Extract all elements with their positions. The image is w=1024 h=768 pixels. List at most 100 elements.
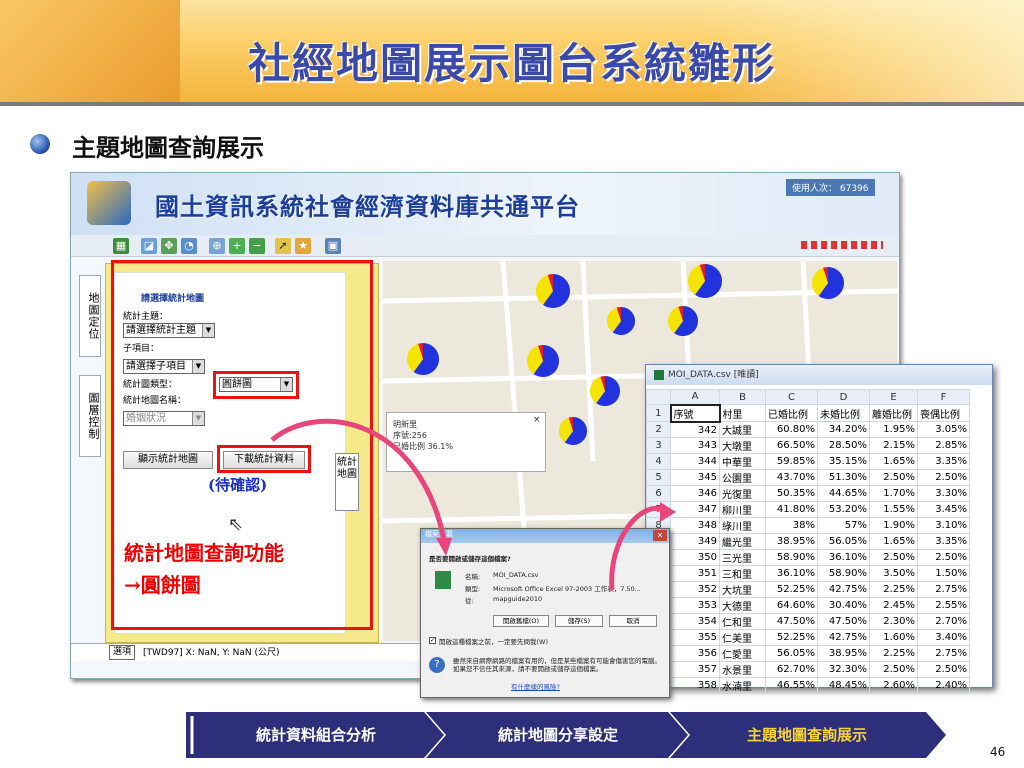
excel-col-letter[interactable]: D — [817, 388, 870, 406]
excel-cell[interactable]: 38.95% — [765, 533, 818, 551]
excel-cell[interactable]: 52.25% — [765, 629, 818, 647]
row-number[interactable]: 4 — [646, 453, 671, 471]
excel-cell[interactable]: 47.50% — [817, 613, 870, 631]
excel-cell[interactable]: 喪偶比例 — [917, 404, 970, 423]
excel-cell[interactable]: 2.40% — [917, 677, 970, 695]
excel-cell[interactable]: 1.50% — [917, 565, 970, 583]
save-button[interactable]: 儲存(S) — [555, 615, 603, 627]
excel-cell[interactable]: 2.45% — [869, 597, 918, 615]
excel-cell[interactable]: 仁和里 — [719, 613, 766, 631]
excel-cell[interactable]: 已婚比例 — [765, 404, 818, 423]
excel-cell[interactable]: 2.30% — [869, 613, 918, 631]
excel-cell[interactable]: 38% — [765, 517, 818, 535]
excel-cell[interactable]: 大墩里 — [719, 437, 766, 455]
excel-cell[interactable]: 綠川里 — [719, 517, 766, 535]
excel-cell[interactable]: 348 — [670, 517, 720, 535]
excel-cell[interactable]: 343 — [670, 437, 720, 455]
zoom-out-icon[interactable]: − — [249, 238, 265, 254]
excel-cell[interactable]: 345 — [670, 469, 720, 487]
excel-cell[interactable]: 349 — [670, 533, 720, 551]
excel-cell[interactable]: 59.85% — [765, 453, 818, 471]
excel-cell[interactable]: 62.70% — [765, 661, 818, 679]
excel-cell[interactable]: 41.80% — [765, 501, 818, 519]
cancel-button[interactable]: 取消 — [609, 615, 657, 627]
excel-cell[interactable]: 36.10% — [765, 565, 818, 583]
tab-layer-control[interactable]: 圖層控制 — [79, 375, 101, 457]
excel-cell[interactable]: 2.50% — [917, 469, 970, 487]
zoom-in-icon[interactable]: + — [229, 238, 245, 254]
excel-cell[interactable]: 大坑里 — [719, 581, 766, 599]
excel-cell[interactable]: 2.25% — [869, 581, 918, 599]
excel-cell[interactable]: 44.65% — [817, 485, 870, 503]
excel-cell[interactable]: 48.45% — [817, 677, 870, 695]
excel-cell[interactable]: 58.90% — [817, 565, 870, 583]
excel-col-letter[interactable]: A — [670, 388, 720, 406]
excel-cell[interactable]: 351 — [670, 565, 720, 583]
excel-cell[interactable]: 36.10% — [817, 549, 870, 567]
excel-cell[interactable]: 353 — [670, 597, 720, 615]
excel-cell[interactable]: 公園里 — [719, 469, 766, 487]
excel-cell[interactable]: 3.35% — [917, 453, 970, 471]
excel-cell[interactable]: 2.50% — [869, 549, 918, 567]
excel-cell[interactable]: 47.50% — [765, 613, 818, 631]
excel-cell[interactable]: 離婚比例 — [869, 404, 918, 423]
excel-cell[interactable]: 66.50% — [765, 437, 818, 455]
excel-cell[interactable]: 三和里 — [719, 565, 766, 583]
excel-col-letter[interactable]: F — [917, 388, 970, 406]
excel-cell[interactable]: 3.35% — [917, 533, 970, 551]
excel-cell[interactable]: 柳川里 — [719, 501, 766, 519]
row-number[interactable]: 7 — [646, 501, 671, 519]
excel-cell[interactable]: 1.55% — [869, 501, 918, 519]
excel-cell[interactable]: 28.50% — [817, 437, 870, 455]
excel-cell[interactable]: 2.55% — [917, 597, 970, 615]
excel-cell[interactable]: 2.50% — [869, 661, 918, 679]
excel-cell[interactable]: 光復里 — [719, 485, 766, 503]
excel-cell[interactable]: 2.50% — [917, 661, 970, 679]
row-number[interactable]: 5 — [646, 469, 671, 487]
row-number[interactable]: 1 — [646, 404, 671, 423]
excel-cell[interactable]: 344 — [670, 453, 720, 471]
excel-cell[interactable]: 大誠里 — [719, 421, 766, 439]
pan-icon[interactable]: ✥ — [161, 238, 177, 254]
close-icon[interactable]: ✕ — [653, 530, 667, 541]
excel-cell[interactable]: 342 — [670, 421, 720, 439]
excel-cell[interactable]: 2.15% — [869, 437, 918, 455]
open-button[interactable]: 開啟舊檔(O) — [493, 615, 549, 627]
excel-cell[interactable]: 1.95% — [869, 421, 918, 439]
excel-cell[interactable]: 32.30% — [817, 661, 870, 679]
excel-cell[interactable]: 51.30% — [817, 469, 870, 487]
excel-corner[interactable] — [646, 388, 671, 406]
excel-cell[interactable]: 3.40% — [917, 629, 970, 647]
excel-cell[interactable]: 序號 — [669, 403, 721, 423]
excel-cell[interactable]: 35.15% — [817, 453, 870, 471]
excel-col-letter[interactable]: E — [869, 388, 918, 406]
excel-cell[interactable]: 繼光里 — [719, 533, 766, 551]
excel-cell[interactable]: 43.70% — [765, 469, 818, 487]
excel-cell[interactable]: 3.45% — [917, 501, 970, 519]
excel-cell[interactable]: 38.95% — [817, 645, 870, 663]
excel-cell[interactable]: 仁美里 — [719, 629, 766, 647]
excel-cell[interactable]: 60.80% — [765, 421, 818, 439]
excel-cell[interactable]: 村里 — [719, 404, 766, 423]
excel-cell[interactable]: 357 — [670, 661, 720, 679]
identify-icon[interactable]: ★ — [295, 238, 311, 254]
excel-cell[interactable]: 水湳里 — [719, 677, 766, 695]
excel-cell[interactable]: 347 — [670, 501, 720, 519]
excel-cell[interactable]: 1.60% — [869, 629, 918, 647]
excel-col-letter[interactable]: C — [765, 388, 818, 406]
excel-cell[interactable]: 2.60% — [869, 677, 918, 695]
excel-cell[interactable]: 3.05% — [917, 421, 970, 439]
row-number[interactable]: 2 — [646, 421, 671, 439]
excel-cell[interactable]: 2.85% — [917, 437, 970, 455]
zoom-box-icon[interactable]: ◪ — [141, 238, 157, 254]
excel-cell[interactable]: 2.50% — [917, 549, 970, 567]
excel-cell[interactable]: 2.75% — [917, 645, 970, 663]
excel-cell[interactable]: 358 — [670, 677, 720, 695]
excel-cell[interactable]: 56.05% — [765, 645, 818, 663]
excel-cell[interactable]: 仁愛里 — [719, 645, 766, 663]
excel-cell[interactable]: 346 — [670, 485, 720, 503]
excel-cell[interactable]: 53.20% — [817, 501, 870, 519]
excel-cell[interactable]: 34.20% — [817, 421, 870, 439]
excel-cell[interactable]: 56.05% — [817, 533, 870, 551]
options-tab[interactable]: 選項 — [109, 645, 136, 660]
